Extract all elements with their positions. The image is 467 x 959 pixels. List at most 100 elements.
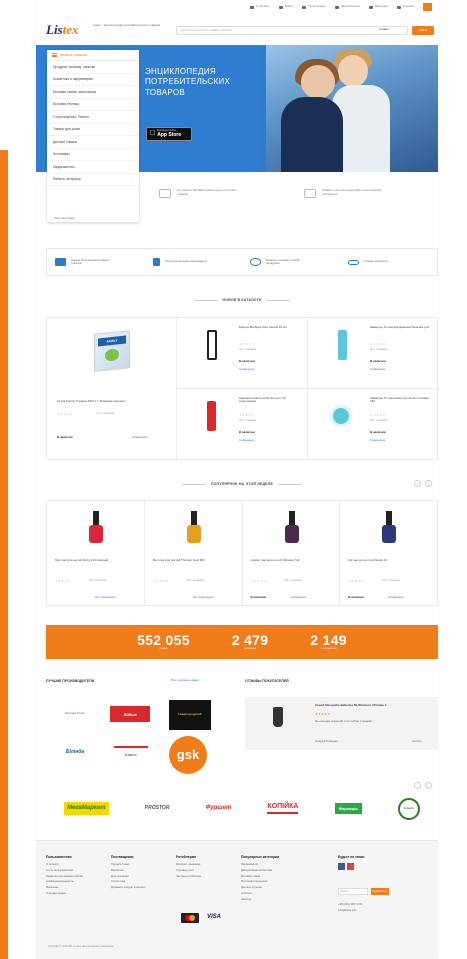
prev-arrow-icon[interactable]: ‹ bbox=[414, 480, 421, 487]
partner-logo[interactable]: PROSTOR bbox=[145, 805, 170, 811]
cart-badge[interactable] bbox=[423, 3, 432, 11]
topbar-link[interactable]: Войти bbox=[278, 4, 293, 9]
read-more-link[interactable]: Читать bbox=[412, 739, 422, 744]
footer-link[interactable]: Маркетинг bbox=[111, 869, 171, 872]
chevron-right-icon: › bbox=[131, 152, 133, 157]
footer-link[interactable]: Парфюмерия bbox=[241, 863, 301, 866]
footer-link[interactable]: Конфиденциальность bbox=[46, 880, 106, 883]
topbar-link[interactable]: Корзина bbox=[396, 4, 414, 9]
nail-polish-image bbox=[190, 511, 197, 525]
footer-link[interactable]: Статистика bbox=[111, 880, 171, 883]
all-categories-link[interactable]: Все категории bbox=[55, 216, 75, 221]
topbar-link[interactable]: Регистрация bbox=[302, 4, 326, 9]
prev-arrow-icon[interactable]: ‹ bbox=[414, 782, 421, 789]
category-item[interactable]: Бытовая химия, автотовары › bbox=[47, 86, 139, 99]
category-item[interactable]: Бытовая техника › bbox=[47, 99, 139, 111]
compare-link[interactable]: Сравнение bbox=[388, 595, 403, 600]
partner-logo[interactable]: Сільпо bbox=[397, 797, 420, 820]
product-card[interactable]: Шампунь S Глаз маска для волос питание 1… bbox=[308, 389, 439, 460]
footer-link[interactable]: Частные ритейлеры bbox=[176, 875, 236, 878]
brand-logo[interactable]: Класс bbox=[114, 746, 148, 760]
nail-polish-image bbox=[288, 511, 295, 525]
compare-link[interactable]: Нет сравнения bbox=[95, 595, 116, 600]
footer-link[interactable]: Стать пользователем bbox=[46, 869, 106, 872]
all-brands-link[interactable]: Все торговые марки bbox=[171, 678, 199, 683]
category-item[interactable]: Косметика и парфюмерия › bbox=[47, 74, 139, 86]
category-item[interactable]: Мебель, интерьер › bbox=[47, 174, 139, 186]
info-item[interactable]: Не нашли? Добавьте ваши цены и контакт т… bbox=[145, 188, 290, 198]
footer-link[interactable]: Продать товар bbox=[111, 863, 171, 866]
category-menu-header[interactable]: Каталог товаров bbox=[47, 50, 139, 61]
product-card[interactable]: FAMILY Fa Isa Family Гладкие 60% 1 Г Ром… bbox=[47, 318, 177, 459]
footer-link[interactable]: Бытовая химия bbox=[241, 875, 301, 878]
partner-logo[interactable]: КОПІЙКА bbox=[267, 803, 299, 814]
product-card[interactable]: Golden лак для ногтей Ultimate 742 ★★★★★ Н… bbox=[243, 501, 341, 605]
topbar-link[interactable]: Закладки bbox=[368, 4, 388, 9]
appstore-button[interactable]:  Download on theApp Store bbox=[146, 127, 192, 141]
footer-link[interactable]: Торговые марки bbox=[46, 892, 106, 895]
compare-link[interactable]: Сравнение bbox=[370, 438, 385, 443]
barcode-icon bbox=[159, 188, 171, 198]
partner-logo[interactable]: Фармація bbox=[334, 803, 362, 814]
google-plus-icon[interactable] bbox=[347, 863, 354, 871]
brand-logo[interactable]: Эйдшк bbox=[110, 706, 150, 722]
review-product-image bbox=[273, 707, 283, 727]
footer-link[interactable]: Декоративная косметика bbox=[241, 869, 301, 872]
category-item[interactable]: Строительство, Ремонт › bbox=[47, 111, 139, 124]
search-scope-select[interactable]: Товары bbox=[379, 27, 389, 32]
next-arrow-icon[interactable]: › bbox=[425, 480, 432, 487]
footer-link[interactable]: Напитки bbox=[241, 898, 301, 901]
product-card[interactable]: Mon лак для ногтей Ruby 110 красный ★★★★★… bbox=[47, 501, 145, 605]
category-item[interactable]: Зоотовары › bbox=[47, 149, 139, 161]
section-title-new: НОВОЕ В КАТАЛОГЕ bbox=[46, 298, 438, 302]
review-card[interactable]: Спрей Masquelle Ballerine Mi Windows Ult… bbox=[245, 697, 438, 750]
product-card[interactable]: Карандаш Mil-Глаз-Бровь для губ коричнев… bbox=[177, 388, 308, 459]
product-card[interactable]: Кіс лак для ногтей Studio 04 ★★★★★ Нет отз… bbox=[340, 501, 437, 605]
footer-email[interactable]: info@listex.info bbox=[338, 909, 433, 912]
logo[interactable]: Listex bbox=[46, 22, 79, 38]
mastercard-icon bbox=[181, 913, 199, 923]
product-card[interactable]: Брелок Mil-Брик бокс белый 15 мл ★★★★★ Нет… bbox=[177, 318, 308, 389]
footer-link[interactable]: Молочная продукция bbox=[241, 880, 301, 883]
info-item[interactable]: Найдите интересующие Вас предложения поб… bbox=[290, 188, 435, 198]
category-item[interactable]: Товары для дома › bbox=[47, 124, 139, 136]
subscribe-button[interactable]: Подписаться bbox=[371, 887, 389, 895]
product-card[interactable]: Шампунь S Глаз двухфазный бальзам для ★★★… bbox=[308, 318, 439, 389]
category-item[interactable]: Продукты питания, напитки › bbox=[47, 61, 139, 74]
next-arrow-icon[interactable]: › bbox=[425, 782, 432, 789]
menu-icon bbox=[52, 53, 57, 57]
compare-link[interactable]: Сравнение bbox=[239, 438, 254, 443]
rating-stars: ★★★★★ bbox=[152, 579, 169, 583]
footer-link[interactable]: О проекте bbox=[46, 863, 106, 866]
footer-link[interactable]: Детское питание bbox=[241, 886, 301, 889]
search-input[interactable]: Поиск более чем по 178000 товаров bbox=[176, 26, 408, 35]
footer-link[interactable]: Добавить продукт в каталог bbox=[111, 886, 171, 889]
facebook-icon[interactable] bbox=[338, 863, 345, 871]
footer-link[interactable]: Правила пользования сайтом bbox=[46, 875, 106, 878]
product-card[interactable]: Mon лак для ногтей Therapy Gold 003 ★★★★★… bbox=[145, 501, 243, 605]
topbar-link[interactable]: О проекте bbox=[249, 4, 270, 9]
compare-link[interactable]: Сравнение bbox=[239, 367, 254, 372]
rating-stars: ★★★★★ bbox=[239, 412, 255, 417]
topbar-link[interactable]: Уведомления bbox=[334, 4, 360, 9]
brand-logo[interactable]: Листекс Плюс bbox=[50, 700, 100, 728]
brand-logo[interactable]: Білінда bbox=[52, 742, 98, 762]
chevron-right-icon: › bbox=[131, 164, 133, 169]
footer-link[interactable]: Магазины bbox=[46, 886, 106, 889]
category-item[interactable]: Медикаменты › bbox=[47, 161, 139, 174]
partner-logo[interactable]: МегаМаркет bbox=[64, 801, 109, 816]
compare-link[interactable]: Нет сравнения bbox=[193, 595, 214, 600]
footer-link[interactable]: Алкоголь bbox=[241, 892, 301, 895]
search-button[interactable]: Найти bbox=[412, 26, 434, 35]
brand-logo[interactable]: gsk bbox=[169, 736, 207, 774]
partner-logo[interactable]: Фуршет bbox=[206, 805, 232, 813]
compare-link[interactable]: Сравнение bbox=[291, 595, 306, 600]
footer-link[interactable]: Интернет магазины bbox=[176, 863, 236, 866]
footer-link[interactable]: Торговые сети bbox=[176, 869, 236, 872]
category-item[interactable]: Детские товары › bbox=[47, 136, 139, 149]
compare-link[interactable]: Сравнение bbox=[132, 435, 147, 440]
compare-link[interactable]: Сравнение bbox=[370, 367, 385, 372]
brand-logo[interactable]: Нижегородский bbox=[169, 700, 211, 730]
subscribe-email-input[interactable]: Email bbox=[338, 887, 368, 895]
footer-link[interactable]: Для компаний bbox=[111, 875, 171, 878]
